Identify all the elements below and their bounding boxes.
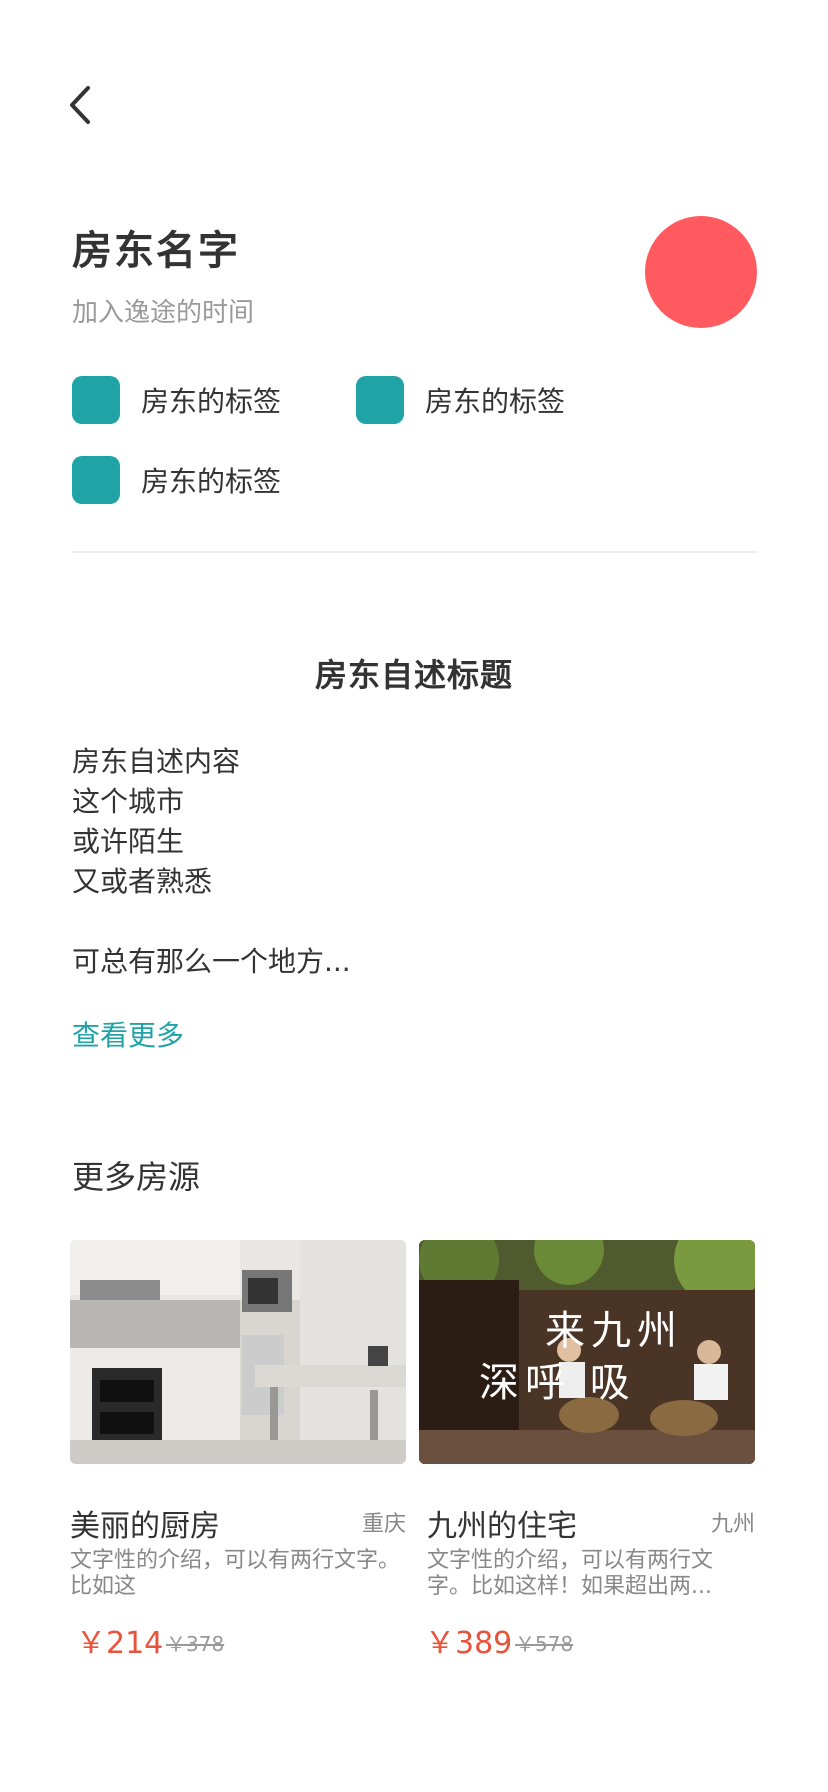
listing-description: 文字性的介绍，可以有两行文字。比如这样！如果超出两... (427, 1548, 714, 1599)
intro-line: 房东自述内容 (72, 745, 241, 778)
listing-original-price: ￥578 (515, 1632, 574, 1656)
back-button[interactable] (60, 80, 100, 130)
divider (72, 551, 758, 553)
intro-line: 这个城市 (72, 785, 185, 818)
listing-name: 九州的住宅 (427, 1509, 577, 1544)
chevron-left-icon (70, 86, 90, 124)
intro-title: 房东自述标题 (314, 656, 513, 694)
listing-price: ￥389 (425, 1626, 513, 1661)
join-time: 加入逸途的时间 (72, 298, 255, 328)
host-tag: 房东的标签 (356, 376, 565, 424)
photo-caption: 来九州 (545, 1308, 683, 1354)
tag-icon (72, 376, 120, 424)
tag-icon (72, 456, 120, 504)
tag-label: 房东的标签 (141, 465, 282, 498)
listing-description: 文字性的介绍，可以有两行文字。比如这 (70, 1548, 401, 1599)
host-name: 房东名字 (72, 228, 240, 274)
listing-name: 美丽的厨房 (70, 1509, 220, 1544)
intro-line (72, 902, 351, 942)
intro-line: 可总有那么一个地方... (72, 945, 351, 978)
tag-icon (356, 376, 404, 424)
see-more-link[interactable]: 查看更多 (72, 1014, 184, 1054)
intro-content: 房东自述内容 这个城市 或许陌生 又或者熟悉 可总有那么一个地方... (72, 742, 351, 982)
tag-label: 房东的标签 (425, 385, 566, 418)
listing-city: 重庆 (361, 1512, 406, 1537)
listing-card[interactable]: 美丽的厨房 重庆 文字性的介绍，可以有两行文字。比如这 ￥214 ￥378 (70, 1240, 406, 1661)
photo-caption: 深呼 吸 (479, 1360, 636, 1406)
listing-card[interactable]: 来九州 深呼 吸 九州的住宅 九州 文字性的介绍，可以有两行文字。比如这样！如果… (419, 1240, 755, 1661)
host-tag: 房东的标签 (72, 456, 281, 504)
listing-photo (70, 1240, 406, 1464)
more-listings-title: 更多房源 (72, 1158, 201, 1196)
avatar[interactable] (645, 216, 757, 328)
listing-original-price: ￥378 (166, 1632, 225, 1656)
listing-city: 九州 (710, 1512, 755, 1537)
listing-photo: 来九州 深呼 吸 (419, 1240, 755, 1464)
tag-label: 房东的标签 (141, 385, 282, 418)
intro-line: 又或者熟悉 (72, 865, 213, 898)
listing-price: ￥214 (76, 1626, 164, 1661)
intro-line: 或许陌生 (72, 825, 185, 858)
host-tag: 房东的标签 (72, 376, 281, 424)
